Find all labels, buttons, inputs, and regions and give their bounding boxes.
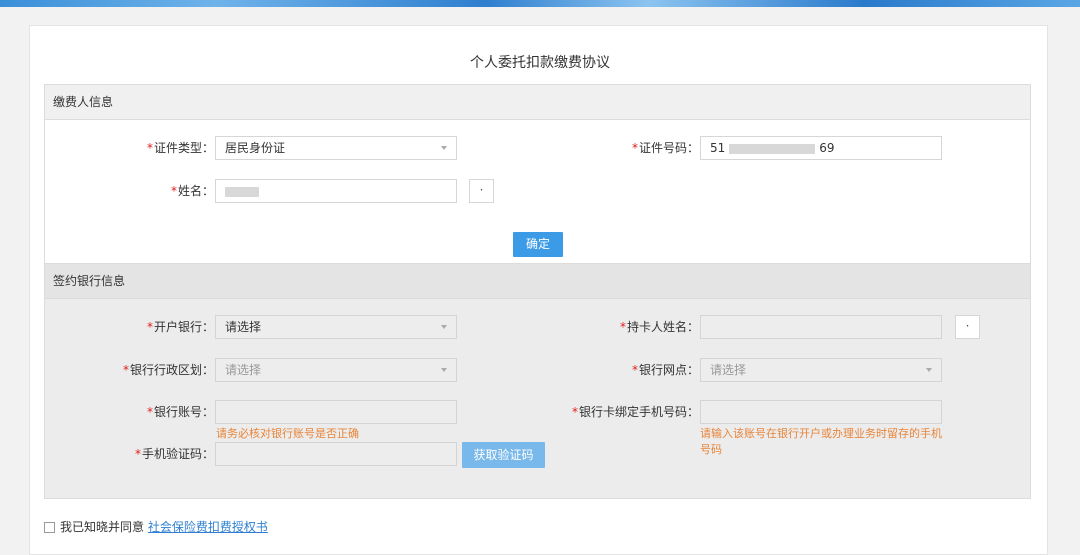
account-number-hint: 请务必核对银行账号是否正确 bbox=[216, 427, 359, 440]
id-number-field[interactable]: 51 69 bbox=[700, 136, 942, 160]
bank-branch-select[interactable]: 请选择 bbox=[700, 358, 942, 382]
required-mark: * bbox=[122, 363, 129, 377]
confirm-button[interactable]: 确定 bbox=[513, 232, 563, 257]
name-dot-button[interactable]: · bbox=[469, 179, 494, 203]
open-bank-value: 请选择 bbox=[225, 320, 262, 334]
required-mark: * bbox=[631, 363, 638, 377]
chevron-down-icon bbox=[926, 368, 932, 372]
required-mark: * bbox=[146, 320, 153, 334]
id-type-label: *证件类型： bbox=[100, 136, 214, 160]
required-mark: * bbox=[619, 320, 626, 334]
redaction-mask bbox=[225, 186, 259, 197]
cardholder-name-label: *持卡人姓名： bbox=[580, 315, 699, 339]
bank-branch-label: *银行网点： bbox=[580, 358, 699, 382]
bank-region-select[interactable]: 请选择 bbox=[215, 358, 457, 382]
open-bank-label: *开户银行： bbox=[100, 315, 214, 339]
name-label: *姓名： bbox=[140, 179, 214, 203]
sms-code-field[interactable] bbox=[215, 442, 457, 466]
bank-branch-placeholder: 请选择 bbox=[710, 363, 747, 377]
account-number-label: *银行账号： bbox=[100, 400, 214, 424]
account-number-label-text: 银行账号： bbox=[153, 405, 214, 419]
bank-info-header: 签约银行信息 bbox=[45, 264, 1030, 299]
agreement-text: 我已知晓并同意 bbox=[60, 520, 145, 534]
authorization-link[interactable]: 社会保险费扣费授权书 bbox=[148, 520, 268, 534]
bound-phone-label-text: 银行卡绑定手机号码： bbox=[578, 405, 699, 419]
bank-region-label: *银行行政区划： bbox=[80, 358, 214, 382]
page-title: 个人委托扣款缴费协议 bbox=[470, 55, 610, 71]
id-number-label: *证件号码： bbox=[580, 136, 699, 160]
required-mark: * bbox=[134, 447, 141, 461]
bound-phone-field[interactable] bbox=[700, 400, 942, 424]
get-code-button[interactable]: 获取验证码 bbox=[462, 442, 545, 468]
open-bank-label-text: 开户银行： bbox=[153, 320, 214, 334]
name-label-text: 姓名： bbox=[177, 184, 214, 198]
chevron-down-icon bbox=[441, 325, 447, 329]
required-mark: * bbox=[631, 141, 638, 155]
cardholder-name-label-text: 持卡人姓名： bbox=[626, 320, 699, 334]
required-mark: * bbox=[146, 405, 153, 419]
agree-checkbox[interactable] bbox=[44, 522, 55, 533]
id-type-select[interactable]: 居民身份证 bbox=[215, 136, 457, 160]
id-type-value: 居民身份证 bbox=[225, 141, 286, 155]
chevron-down-icon bbox=[441, 368, 447, 372]
bound-phone-hint-line1: 请输入该账号在银行开户或办理业务时留存的手机 bbox=[700, 427, 942, 440]
bound-phone-hint-line2: 号码 bbox=[700, 443, 722, 456]
bank-region-label-text: 银行行政区划： bbox=[129, 363, 214, 377]
bank-branch-label-text: 银行网点： bbox=[638, 363, 699, 377]
id-number-label-text: 证件号码： bbox=[638, 141, 699, 155]
chevron-down-icon bbox=[441, 146, 447, 150]
sms-code-label: *手机验证码： bbox=[100, 442, 214, 466]
required-mark: * bbox=[571, 405, 578, 419]
account-number-field[interactable] bbox=[215, 400, 457, 424]
bank-region-placeholder: 请选择 bbox=[225, 363, 262, 377]
open-bank-select[interactable]: 请选择 bbox=[215, 315, 457, 339]
id-number-prefix: 51 bbox=[710, 141, 726, 155]
id-type-label-text: 证件类型： bbox=[153, 141, 214, 155]
top-banner bbox=[0, 0, 1080, 7]
cardholder-name-field[interactable] bbox=[700, 315, 942, 339]
sms-code-label-text: 手机验证码： bbox=[141, 447, 214, 461]
agreement-row: 我已知晓并同意 社会保险费扣费授权书 bbox=[44, 520, 268, 534]
cardholder-dot-button[interactable]: · bbox=[955, 315, 980, 339]
payer-info-header: 缴费人信息 bbox=[45, 85, 1030, 120]
name-field[interactable] bbox=[215, 179, 457, 203]
required-mark: * bbox=[170, 184, 177, 198]
redaction-mask bbox=[729, 143, 816, 154]
required-mark: * bbox=[146, 141, 153, 155]
id-number-suffix: 69 bbox=[819, 141, 835, 155]
bound-phone-hint: 请输入该账号在银行开户或办理业务时留存的手机 号码 bbox=[700, 426, 950, 458]
bound-phone-label: *银行卡绑定手机号码： bbox=[540, 400, 699, 424]
